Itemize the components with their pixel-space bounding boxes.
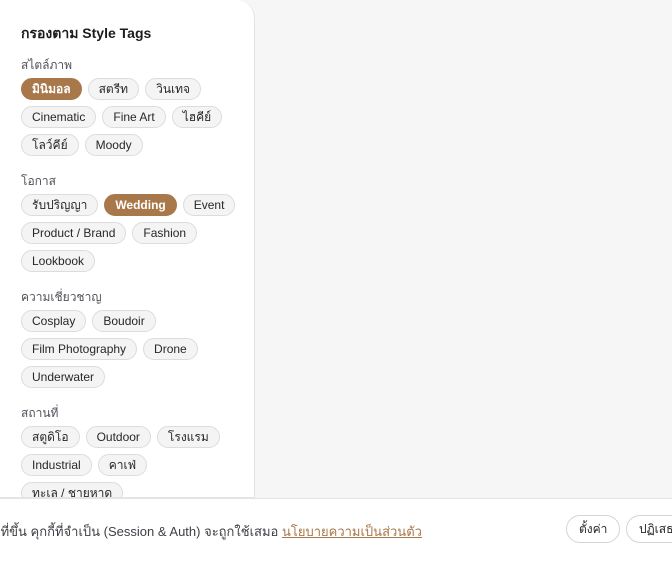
style-tag[interactable]: Moody <box>84 134 143 156</box>
filter-section-occasion: โอกาส รับปริญญา Wedding Event Product / … <box>21 173 251 272</box>
filter-section-location: สถานที่ สตูดิโอ Outdoor โรงแรม Industria… <box>21 405 251 497</box>
occasion-tag[interactable]: Event <box>182 194 236 216</box>
location-tag[interactable]: สตูดิโอ <box>21 426 80 448</box>
cookie-settings-button[interactable]: ตั้งค่า <box>566 515 621 543</box>
expertise-tag[interactable]: Boudoir <box>92 310 156 332</box>
section-label-occasion: โอกาส <box>21 174 56 188</box>
tag-list-location: สตูดิโอ Outdoor โรงแรม Industrial คาเฟ่ … <box>21 426 246 497</box>
occasion-tag[interactable]: Wedding <box>104 194 177 216</box>
expertise-tag[interactable]: Underwater <box>21 366 106 388</box>
location-tag[interactable]: Outdoor <box>85 426 151 448</box>
style-tag[interactable]: มินิมอล <box>21 78 82 100</box>
occasion-tag[interactable]: Product / Brand <box>21 222 127 244</box>
cookie-notice-text: ที่ที่ขึ้น คุกกี้ที่จำเป็น (Session & Au… <box>0 521 422 542</box>
tag-list-style: มินิมอล สตรีท วินเทจ Cinematic Fine Art … <box>21 78 246 156</box>
cookie-notice-message: ที่ที่ขึ้น คุกกี้ที่จำเป็น (Session & Au… <box>0 524 282 539</box>
cookie-reject-button[interactable]: ปฏิเสธ <box>626 515 672 543</box>
location-tag[interactable]: คาเฟ่ <box>97 454 148 476</box>
cookie-consent-banner: ที่ที่ขึ้น คุกกี้ที่จำเป็น (Session & Au… <box>0 498 672 561</box>
occasion-tag[interactable]: Lookbook <box>21 250 96 272</box>
style-tag[interactable]: Cinematic <box>21 106 97 128</box>
style-tag[interactable]: ไฮคีย์ <box>171 106 223 128</box>
expertise-tag[interactable]: Drone <box>143 338 198 360</box>
style-tag[interactable]: โลว์คีย์ <box>21 134 79 156</box>
section-label-location: สถานที่ <box>21 406 59 420</box>
style-tag-filter-panel: กรองตาม Style Tags สไตล์ภาพ มินิมอล สตรี… <box>0 0 255 498</box>
filter-section-expertise: ความเชี่ยวชาญ Cosplay Boudoir Film Photo… <box>21 289 251 388</box>
section-label-style: สไตล์ภาพ <box>21 58 73 72</box>
style-tag[interactable]: Fine Art <box>102 106 166 128</box>
occasion-tag[interactable]: Fashion <box>132 222 198 244</box>
expertise-tag[interactable]: Film Photography <box>21 338 138 360</box>
tag-list-occasion: รับปริญญา Wedding Event Product / Brand … <box>21 194 246 272</box>
tag-list-expertise: Cosplay Boudoir Film Photography Drone U… <box>21 310 246 388</box>
occasion-tag[interactable]: รับปริญญา <box>21 194 99 216</box>
section-label-expertise: ความเชี่ยวชาญ <box>21 290 102 304</box>
location-tag[interactable]: ทะเล / ชายหาด <box>21 482 124 497</box>
style-tag[interactable]: วินเทจ <box>145 78 202 100</box>
filter-panel-title: กรองตาม Style Tags <box>21 25 152 41</box>
expertise-tag[interactable]: Cosplay <box>21 310 87 332</box>
privacy-policy-link[interactable]: นโยบายความเป็นส่วนตัว <box>282 524 422 539</box>
location-tag[interactable]: Industrial <box>21 454 92 476</box>
location-tag[interactable]: โรงแรม <box>156 426 220 448</box>
style-tag[interactable]: สตรีท <box>87 78 140 100</box>
filter-section-style: สไตล์ภาพ มินิมอล สตรีท วินเทจ Cinematic … <box>21 57 251 156</box>
